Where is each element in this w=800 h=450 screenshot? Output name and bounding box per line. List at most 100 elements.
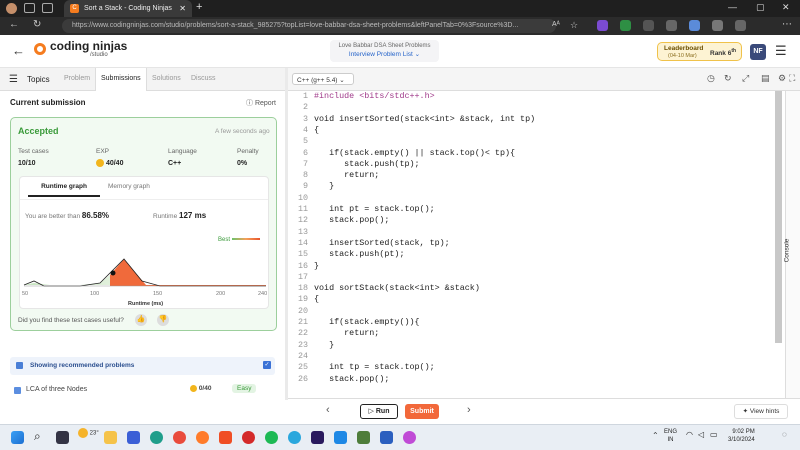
notification-bell-icon[interactable]: ◌	[782, 430, 787, 439]
hamburger-menu-icon[interactable]: ☰	[775, 43, 787, 59]
volume-icon[interactable]: ◁	[698, 430, 704, 439]
minimize-button[interactable]: —	[728, 2, 737, 12]
tab-discuss[interactable]: Discuss	[191, 75, 216, 82]
console-toggle[interactable]: Console	[783, 91, 800, 398]
extension-4-icon[interactable]	[666, 20, 677, 31]
refresh-icon[interactable]: ↻	[33, 19, 41, 30]
edge-browser-icon[interactable]	[150, 431, 163, 444]
firefox-icon[interactable]	[196, 431, 209, 444]
recommended-item[interactable]: LCA of three Nodes 0/40 Easy	[10, 384, 275, 400]
browser-menu-icon[interactable]: ⋯	[782, 19, 792, 30]
back-icon[interactable]: ←	[9, 19, 19, 30]
file-explorer-icon[interactable]	[104, 431, 117, 444]
language-indicator[interactable]: ENG IN	[664, 428, 677, 444]
start-windows-icon[interactable]	[11, 431, 24, 444]
code-line[interactable]: stack.pop();	[314, 215, 389, 225]
chat-app-icon[interactable]	[288, 431, 301, 444]
code-line[interactable]: if(stack.empty()){	[314, 317, 419, 327]
leaderboard-badge[interactable]: Leaderboard (04-10 Mar) Rank 6th	[657, 42, 742, 61]
code-line[interactable]: void insertSorted(stack<int> &stack, int…	[314, 114, 535, 124]
code-line[interactable]: int tp = stack.top();	[314, 362, 435, 372]
task-view-icon[interactable]	[56, 431, 69, 444]
view-hints-button[interactable]: ✦ View hints	[734, 404, 788, 419]
recommended-checkbox[interactable]: ✓	[263, 361, 271, 369]
extension-2-icon[interactable]	[620, 20, 631, 31]
weather-widget[interactable]: 23°	[78, 428, 99, 438]
extension-7-icon[interactable]	[735, 20, 746, 31]
store-icon[interactable]	[127, 431, 140, 444]
battery-icon[interactable]: ▭	[710, 430, 718, 439]
tab-solutions[interactable]: Solutions	[152, 75, 181, 82]
photos-icon[interactable]	[357, 431, 370, 444]
fullscreen-icon[interactable]: ⛶	[789, 73, 795, 84]
tab-submissions[interactable]: Submissions	[95, 68, 147, 91]
extension-6-icon[interactable]	[712, 20, 723, 31]
tray-overflow-icon[interactable]: ⌃	[652, 431, 659, 440]
app-icon[interactable]	[403, 431, 416, 444]
reader-mode-icon[interactable]: Aᴬ	[552, 21, 560, 28]
tab-topics[interactable]: Topics	[27, 75, 50, 84]
code-line[interactable]: if(stack.empty() || stack.top()< tp){	[314, 148, 515, 158]
code-line[interactable]: {	[314, 125, 319, 135]
back-arrow-icon[interactable]: ←	[12, 43, 25, 58]
next-problem-icon[interactable]: ›	[467, 404, 471, 416]
close-tab-icon[interactable]: ✕	[179, 4, 186, 13]
spotify-icon[interactable]	[265, 431, 278, 444]
tab-runtime-graph[interactable]: Runtime graph	[28, 183, 100, 197]
code-line[interactable]: stack.push(pt);	[314, 249, 404, 259]
report-button[interactable]: ⓘ Report	[246, 98, 276, 108]
extension-5-icon[interactable]	[689, 20, 700, 31]
submit-button[interactable]: Submit	[405, 404, 439, 419]
collapse-icon[interactable]: ⤢	[742, 73, 749, 84]
sheet-link[interactable]: Interview Problem List	[349, 51, 413, 58]
prev-problem-icon[interactable]: ‹	[326, 404, 330, 416]
active-tab[interactable]: C Sort a Stack - Coding Ninjas ✕	[64, 0, 192, 17]
favorite-icon[interactable]: ☆	[570, 20, 578, 31]
close-window-button[interactable]: ✕	[782, 2, 790, 13]
tab-problem[interactable]: Problem	[64, 75, 90, 82]
code-line[interactable]: #include <bits/stdc++.h>	[314, 91, 435, 101]
language-selector[interactable]: C++ (g++ 5.4) ⌄	[292, 73, 354, 85]
code-line[interactable]: return;	[314, 328, 379, 338]
reset-icon[interactable]: ↻	[724, 73, 732, 84]
coding-ninjas-logo[interactable]: coding ninjas /studio	[34, 40, 127, 58]
premiere-icon[interactable]	[311, 431, 324, 444]
avatar[interactable]: NF	[750, 44, 766, 60]
maximize-button[interactable]: ▢	[756, 2, 765, 13]
timer-icon[interactable]: ◷	[707, 73, 715, 84]
word-icon[interactable]	[380, 431, 393, 444]
chrome-icon[interactable]	[173, 431, 186, 444]
tab-actions-icon[interactable]	[24, 3, 35, 13]
code-editor[interactable]: 1 #include <bits/stdc++.h> 2 3 void insertSo…	[288, 91, 785, 391]
code-line[interactable]: }	[314, 261, 319, 271]
wifi-icon[interactable]: ◠	[686, 430, 693, 439]
run-button[interactable]: ▷ Run	[360, 404, 398, 419]
problem-list-selector[interactable]: Love Babbar DSA Sheet Problems Interview…	[330, 40, 439, 62]
code-line[interactable]: return;	[314, 170, 379, 180]
code-line[interactable]: stack.push(tp);	[314, 159, 419, 169]
search-icon[interactable]: ⌕	[34, 429, 41, 444]
code-line[interactable]: {	[314, 294, 319, 304]
tab-list-icon[interactable]	[42, 3, 53, 13]
code-line[interactable]: int pt = stack.top();	[314, 204, 435, 214]
thumbs-down-button[interactable]: 👎	[157, 314, 169, 326]
extension-1-icon[interactable]	[597, 20, 608, 31]
thumbs-up-button[interactable]: 👍	[135, 314, 147, 326]
profile-avatar-icon[interactable]	[6, 3, 17, 14]
code-line[interactable]: }	[314, 340, 334, 350]
code-line[interactable]: stack.pop();	[314, 374, 389, 384]
settings-gear-icon[interactable]: ⚙	[778, 73, 786, 84]
tab-memory-graph[interactable]: Memory graph	[108, 183, 150, 190]
url-input[interactable]: https://www.codingninjas.com/studio/prob…	[62, 19, 556, 33]
opera-icon[interactable]	[242, 431, 255, 444]
vscode-icon[interactable]	[334, 431, 347, 444]
brave-icon[interactable]	[219, 431, 232, 444]
clock[interactable]: 9:02 PM 3/10/2024	[728, 428, 755, 444]
new-tab-button[interactable]: +	[196, 1, 202, 13]
extension-3-icon[interactable]	[643, 20, 654, 31]
code-line[interactable]: }	[314, 181, 334, 191]
editor-scrollbar[interactable]	[775, 91, 782, 343]
layout-icon[interactable]: ▤	[761, 73, 770, 84]
code-line[interactable]: insertSorted(stack, tp);	[314, 238, 450, 248]
code-line[interactable]: void sortStack(stack<int> &stack)	[314, 283, 480, 293]
